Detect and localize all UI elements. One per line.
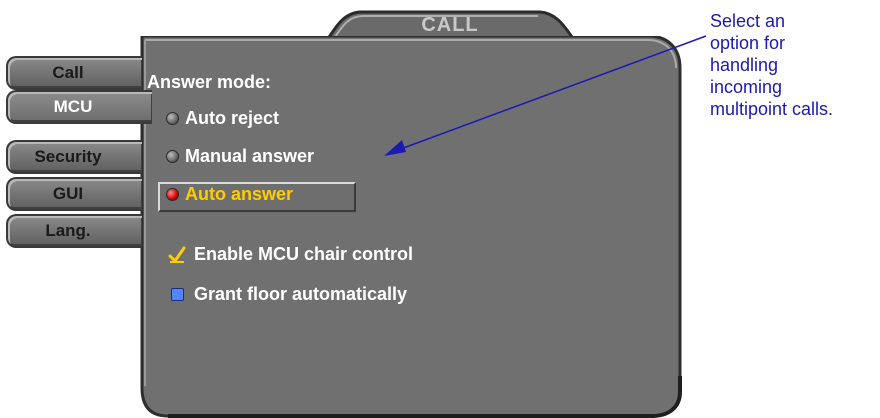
callout-arrow [384, 35, 707, 156]
call-settings-screen: CALL Call MCU Security GUI Lang. Answer … [0, 0, 880, 418]
tab-mcu-label: MCU [53, 97, 93, 116]
tab-mcu[interactable]: MCU [6, 90, 152, 124]
